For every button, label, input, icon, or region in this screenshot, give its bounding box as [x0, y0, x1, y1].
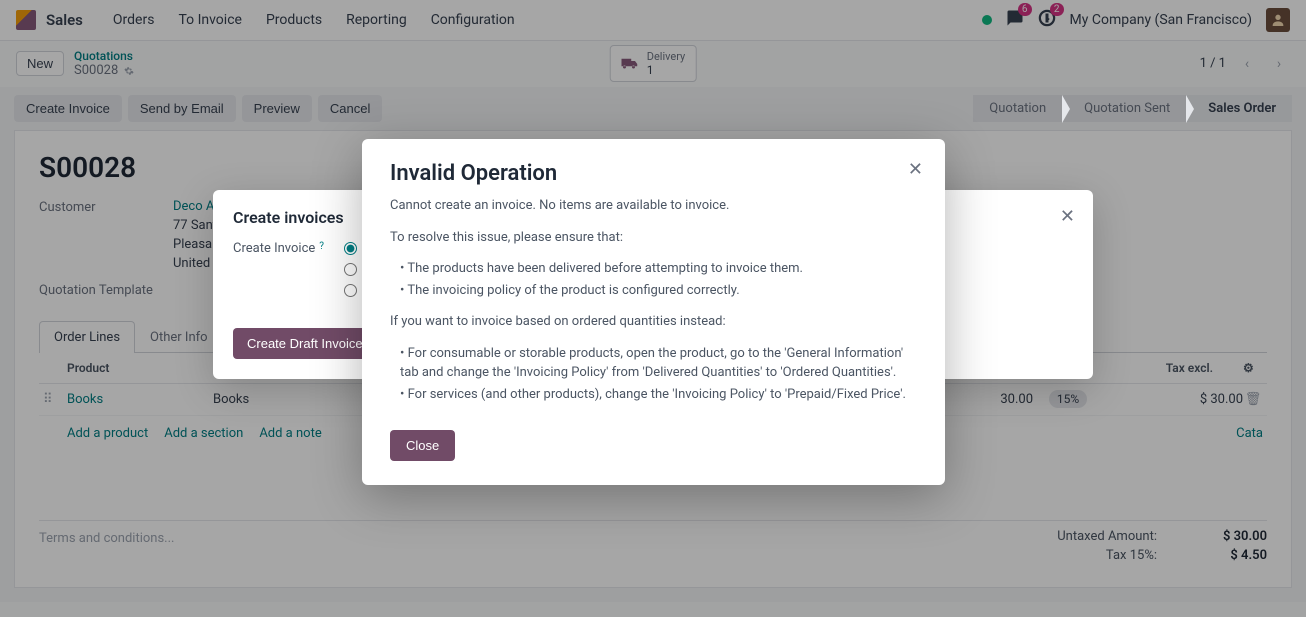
create-invoice-label: Create Invoice?	[233, 241, 324, 298]
close-icon[interactable]: ✕	[908, 159, 923, 180]
invalid-operation-modal: ✕ Invalid Operation Cannot create an inv…	[362, 139, 945, 485]
modal2-title: Invalid Operation	[390, 161, 917, 186]
close-icon[interactable]: ✕	[1060, 206, 1075, 227]
help-icon[interactable]: ?	[319, 241, 324, 252]
modal2-body: Cannot create an invoice. No items are a…	[390, 196, 917, 404]
close-button[interactable]: Close	[390, 430, 455, 461]
create-draft-invoice-button[interactable]: Create Draft Invoice	[233, 328, 377, 359]
